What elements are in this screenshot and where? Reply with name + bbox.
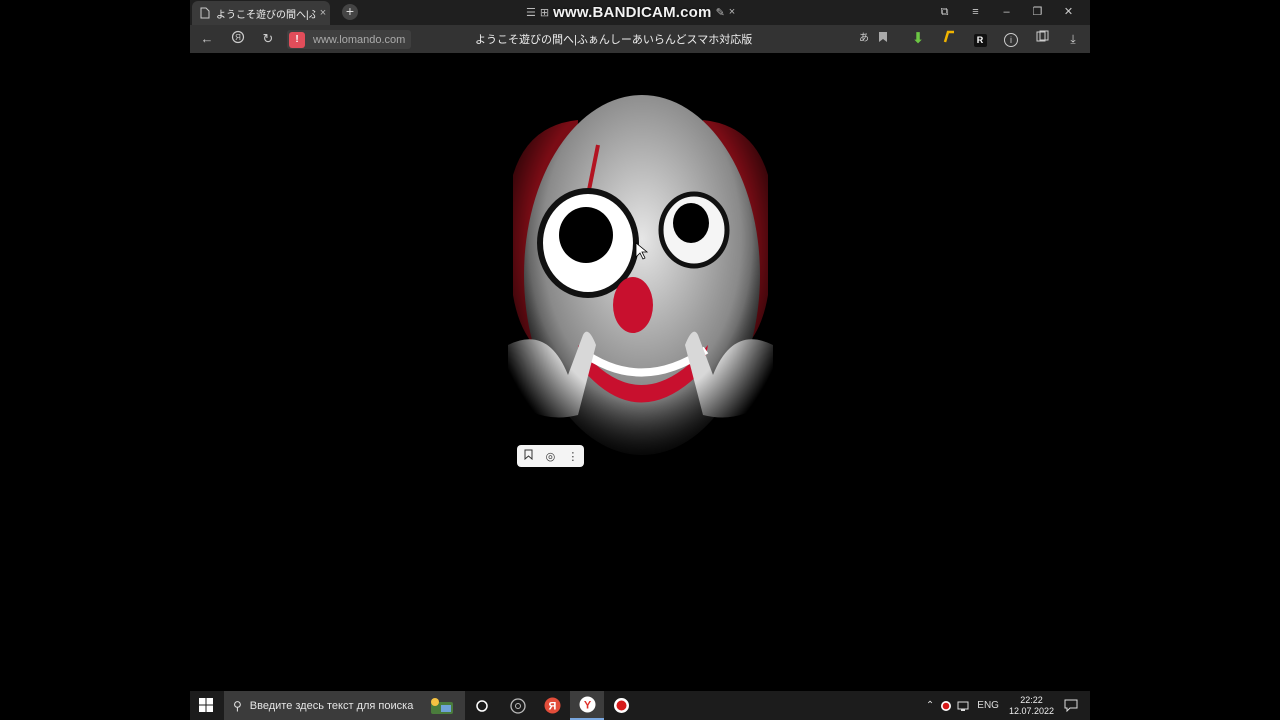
watermark-text: www.BANDICAM.com: [553, 3, 712, 21]
window-controls: ⧉ ≡ – ❐ ✕: [929, 2, 1084, 22]
tab-strip: ようこそ遊びの間へ|ふぁんしーあいらんどスマホ対応版 × + ☰ ⊞ www.B…: [190, 0, 1090, 25]
recorder-watermark: ☰ ⊞ www.BANDICAM.com ✎ ×: [526, 2, 735, 22]
url-text[interactable]: www.lomando.com: [313, 34, 405, 46]
menu-icon: ☰: [526, 6, 536, 19]
windows-start-icon[interactable]: [198, 697, 214, 713]
clown-illustration: [508, 95, 773, 470]
browser-window: ようこそ遊びの間へ|ふぁんしーあいらんどスマホ対応版 × + ☰ ⊞ www.B…: [190, 0, 1090, 53]
record-tray-icon[interactable]: [940, 700, 952, 712]
clock-date: 12.07.2022: [1008, 705, 1054, 716]
search-highlight-icon: [431, 697, 454, 714]
clock[interactable]: 22:22 12.07.2022: [1009, 695, 1054, 717]
more-icon[interactable]: ⋮: [564, 450, 582, 463]
notification-icon[interactable]: [1064, 699, 1078, 712]
browser-toolbar: ← Я ↻ ! www.lomando.com ようこそ遊びの間へ|ふぁんしーあ…: [190, 25, 1090, 53]
download-extension-icon[interactable]: ⬇: [908, 30, 928, 48]
info-icon[interactable]: i: [1001, 30, 1021, 48]
taskbar-search[interactable]: ⚲ Введите здесь текст для поиска: [224, 691, 465, 720]
camera-icon[interactable]: ◎: [541, 450, 559, 463]
pencil-icon: ✎: [715, 6, 725, 19]
address-bar[interactable]: ! www.lomando.com: [287, 30, 411, 49]
clock-time: 22:22: [1020, 694, 1043, 705]
search-icon: ⚲: [233, 698, 242, 713]
close-window-button[interactable]: ✕: [1053, 2, 1084, 22]
warning-icon[interactable]: !: [289, 31, 305, 48]
bandicam-record-icon[interactable]: [604, 691, 638, 720]
language-indicator[interactable]: ENG: [977, 700, 999, 711]
tab-close-icon[interactable]: ×: [316, 7, 330, 19]
minimize-button[interactable]: –: [991, 2, 1022, 22]
bookmark-image-icon[interactable]: [519, 449, 537, 463]
new-tab-button[interactable]: +: [342, 4, 358, 20]
tab-active[interactable]: ようこそ遊びの間へ|ふぁんしーあいらんどスマホ対応版 ×: [192, 1, 330, 25]
downloads-icon[interactable]: ⤓: [1063, 30, 1083, 48]
chevron-up-icon[interactable]: ⌃: [926, 700, 934, 711]
page-title: ようこそ遊びの間へ|ふぁんしーあいらんどスマホ対応版: [475, 34, 753, 46]
reload-icon[interactable]: ↻: [258, 30, 278, 48]
reader-extension-icon[interactable]: R: [970, 30, 990, 48]
svg-text:Я: Я: [548, 701, 556, 713]
info-label: i: [1004, 33, 1018, 47]
image-toolbar: ◎ ⋮: [517, 445, 584, 467]
layout-icon: ⊞: [539, 6, 550, 19]
yandex-icon[interactable]: Я: [228, 30, 248, 48]
menu-button[interactable]: ≡: [960, 2, 991, 22]
search-placeholder: Введите здесь текст для поиска: [249, 699, 414, 712]
reader-label: R: [973, 34, 987, 47]
collections-icon[interactable]: [1032, 30, 1052, 48]
translate-icon[interactable]: あ: [854, 30, 874, 48]
yandex-browser-icon[interactable]: Я: [535, 691, 569, 720]
bookmark-icon[interactable]: [873, 30, 893, 48]
task-view-icon[interactable]: [465, 691, 499, 720]
network-icon[interactable]: [957, 700, 971, 712]
yandex-browser-active-icon[interactable]: Y: [570, 691, 604, 720]
chrome-icon[interactable]: [501, 691, 535, 720]
phone-extension-icon[interactable]: [939, 30, 959, 48]
tab-title: ようこそ遊びの間へ|ふぁんしーあいらんどスマホ対応版: [216, 9, 316, 21]
pin-icon[interactable]: ⧉: [929, 2, 960, 22]
svg-text:Я: Я: [235, 33, 241, 42]
system-tray: ⌃ ENG 22:22 12.07.2022: [920, 691, 1082, 720]
maximize-button[interactable]: ❐: [1022, 2, 1053, 22]
back-icon[interactable]: ←: [197, 30, 217, 48]
close-icon: ×: [728, 6, 736, 18]
windows-taskbar: ⚲ Введите здесь текст для поиска Я Y ⌃ E…: [190, 691, 1090, 720]
page-icon: [200, 7, 210, 19]
svg-text:Y: Y: [583, 700, 591, 712]
